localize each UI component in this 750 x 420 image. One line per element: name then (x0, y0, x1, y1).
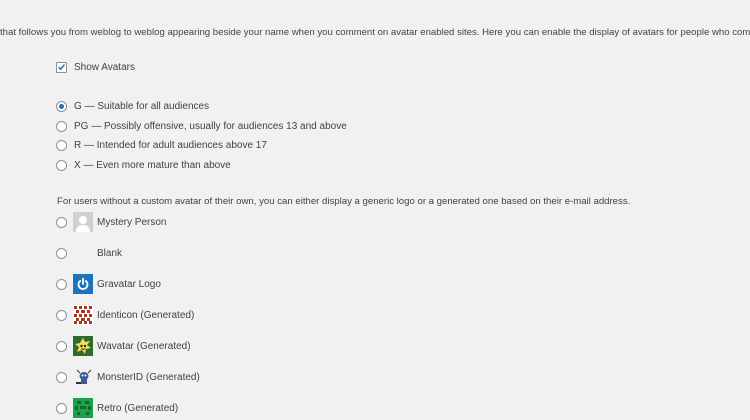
monsterid-icon (73, 367, 93, 387)
avatar-radio-retro[interactable] (56, 402, 67, 414)
default-avatar-option-blank[interactable]: Blank (56, 242, 122, 264)
radio-selected-dot (59, 103, 64, 109)
identicon-icon (73, 305, 93, 325)
rating-option-x[interactable]: X — Even more mature than above (56, 157, 231, 173)
avatar-radio-monsterid[interactable] (56, 371, 67, 383)
avatar-radio-wavatar[interactable] (56, 340, 67, 352)
rating-label-pg: PG — Possibly offensive, usually for aud… (74, 120, 347, 132)
retro-icon (73, 398, 93, 418)
default-avatar-option-retro[interactable]: Retro (Generated) (56, 397, 178, 419)
checkmark-icon (58, 64, 66, 71)
avatar-label-wavatar: Wavatar (Generated) (97, 340, 191, 352)
avatar-label-monsterid: MonsterID (Generated) (97, 371, 200, 383)
avatar-radio-identicon[interactable] (56, 309, 67, 321)
avatar-label-retro: Retro (Generated) (97, 402, 179, 414)
avatar-label-mystery: Mystery Person (97, 216, 167, 228)
wavatar-icon (73, 336, 93, 356)
rating-label-g: G — Suitable for all audiences (74, 100, 210, 112)
default-avatar-option-mystery[interactable]: Mystery Person (56, 211, 166, 233)
avatar-radio-blank[interactable] (56, 247, 67, 259)
avatar-label-identicon: Identicon (Generated) (97, 309, 195, 321)
default-avatar-option-wavatar[interactable]: Wavatar (Generated) (56, 335, 191, 357)
rating-option-g[interactable]: G — Suitable for all audiences (56, 98, 209, 114)
rating-radio-pg[interactable] (56, 120, 67, 132)
avatar-radio-gravatar[interactable] (56, 278, 67, 290)
rating-radio-r[interactable] (56, 139, 67, 151)
show-avatars-label: Show Avatars (74, 61, 135, 73)
rating-option-r[interactable]: R — Intended for adult audiences above 1… (56, 137, 267, 153)
blank-icon (73, 243, 93, 263)
mystery-person-icon (73, 212, 93, 232)
rating-label-r: R — Intended for adult audiences above 1… (74, 139, 267, 151)
show-avatars-checkbox[interactable] (56, 61, 67, 73)
gravatar-logo-icon (73, 274, 93, 294)
rating-option-pg[interactable]: PG — Possibly offensive, usually for aud… (56, 118, 347, 134)
avatar-label-gravatar: Gravatar Logo (97, 278, 161, 290)
default-avatar-option-gravatar[interactable]: Gravatar Logo (56, 273, 161, 295)
avatar-label-blank: Blank (97, 247, 123, 259)
rating-radio-g[interactable] (56, 100, 67, 112)
rating-label-x: X — Even more mature than above (74, 159, 231, 171)
default-avatar-option-identicon[interactable]: Identicon (Generated) (56, 304, 194, 326)
rating-radio-x[interactable] (56, 159, 67, 171)
avatar-radio-mystery[interactable] (56, 216, 67, 228)
default-avatar-description: For users without a custom avatar of the… (57, 196, 631, 207)
show-avatars-option[interactable]: Show Avatars (56, 59, 135, 75)
default-avatar-option-monsterid[interactable]: MonsterID (Generated) (56, 366, 200, 388)
intro-text: that follows you from weblog to weblog a… (0, 27, 750, 38)
